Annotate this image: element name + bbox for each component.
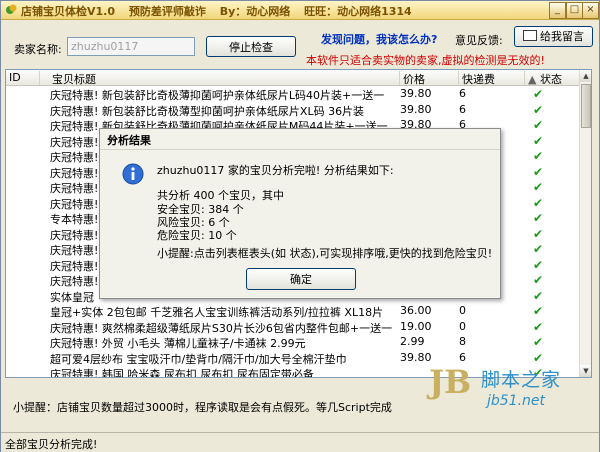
checkmark-icon: ✔ bbox=[533, 335, 544, 349]
seller-name-input[interactable] bbox=[67, 37, 195, 56]
checkmark-icon: ✔ bbox=[533, 211, 544, 225]
column-header-price[interactable]: 价格 bbox=[400, 71, 459, 86]
checkmark-icon: ✔ bbox=[533, 118, 544, 132]
message-icon bbox=[523, 30, 537, 41]
app-window: 店铺宝贝体检V1.0 预防差评师敲诈 By：动心网络 旺旺：动心网络1314 _… bbox=[0, 0, 600, 452]
checkmark-icon: ✔ bbox=[533, 288, 544, 303]
table-row[interactable]: 15皇冠+实体 2包包邮 千芝雅名人宝宝训练裤活动系列/拉拉裤 XL18片36.… bbox=[6, 303, 579, 319]
checkmark-icon: ✔ bbox=[533, 195, 544, 210]
scroll-thumb[interactable] bbox=[581, 84, 591, 128]
title-part-slogan: 预防差评师敲诈 bbox=[128, 5, 206, 18]
title-part-wangwang: 旺旺：动心网络1314 bbox=[304, 5, 412, 18]
checkmark-icon: ✔ bbox=[533, 102, 544, 117]
row-status: ✔ bbox=[533, 289, 553, 303]
dialog-close-icon[interactable]: ✕ bbox=[107, 132, 117, 146]
dialog-line-summary: zhuzhu0117 家的宝贝分析完啦! 分析结果如下: bbox=[157, 164, 394, 177]
feedback-label: 意见反馈: bbox=[455, 34, 503, 47]
row-fee: 8 bbox=[459, 335, 466, 348]
row-status: ✔ bbox=[533, 196, 553, 210]
row-status: ✔ bbox=[533, 165, 553, 179]
help-link[interactable]: 发现问题，我该怎么办? bbox=[321, 31, 437, 47]
watermark-logo: JB bbox=[429, 363, 472, 401]
row-status: ✔ bbox=[533, 304, 553, 318]
analysis-result-dialog: 分析结果 ✕ zhuzhu0117 家的宝贝分析完啦! 分析结果如下: 共分析 … bbox=[99, 128, 501, 299]
column-header-fee[interactable]: 快递费 bbox=[459, 71, 525, 86]
checkmark-icon: ✔ bbox=[533, 149, 544, 163]
close-window-button[interactable]: × bbox=[582, 2, 599, 19]
row-fee: 0 bbox=[459, 319, 466, 333]
checkmark-icon: ✔ bbox=[533, 226, 544, 241]
table-row[interactable]: 17庆冠特惠! 外贸 小毛头 薄棉儿童袜子/卡通袜 2.99元2.998✔ bbox=[6, 334, 579, 350]
sort-arrow-icon: ▲ bbox=[528, 73, 540, 86]
checkmark-icon: ✔ bbox=[533, 164, 544, 179]
watermark-url: jb51.net bbox=[487, 393, 546, 409]
maximize-icon: □ bbox=[569, 4, 580, 15]
stop-check-button[interactable]: 停止检查 bbox=[206, 36, 296, 57]
column-header-id[interactable]: ID bbox=[6, 71, 40, 85]
watermark-text: 脚本之家 bbox=[481, 369, 562, 391]
seller-name-label: 卖家名称: bbox=[14, 43, 62, 56]
checkmark-icon: ✔ bbox=[533, 304, 544, 318]
row-status: ✔ bbox=[533, 273, 553, 287]
scroll-up-icon[interactable]: ▲ bbox=[580, 70, 591, 82]
row-title: 庆冠特惠! 韩国 哈米森 尿布扣 尿布扣 尿布固定带必备 bbox=[50, 368, 314, 378]
row-status: ✔ bbox=[533, 87, 553, 101]
checkmark-icon: ✔ bbox=[533, 242, 544, 256]
column-header-title[interactable]: 宝贝标题 bbox=[40, 71, 400, 86]
row-status: ✔ bbox=[533, 134, 553, 148]
ok-button[interactable]: 确定 bbox=[246, 268, 356, 290]
row-status: ✔ bbox=[533, 103, 553, 117]
row-fee: 6 bbox=[459, 87, 466, 100]
row-price: 39.80 bbox=[400, 102, 432, 116]
minimize-icon: _ bbox=[555, 4, 560, 15]
row-fee: 6 bbox=[459, 102, 466, 116]
row-status: ✔ bbox=[533, 227, 553, 241]
row-status: ✔ bbox=[533, 211, 553, 225]
row-price: 2.99 bbox=[400, 335, 425, 348]
close-icon: × bbox=[586, 4, 595, 15]
status-bar: 全部宝贝分析完成! bbox=[1, 432, 599, 452]
checkmark-icon: ✔ bbox=[533, 87, 544, 101]
column-header-status[interactable]: ▲ 状态 bbox=[525, 71, 579, 86]
dialog-line-tip: 小提醒:点击列表框表头(如 状态),可实现排序哦,更快的找到危险宝贝! bbox=[157, 247, 493, 260]
table-row[interactable]: 1庆冠特惠! 新包装舒比奇极薄抑菌呵护亲体纸尿片L码40片装+一送一39.806… bbox=[6, 86, 579, 102]
row-status: ✔ bbox=[533, 258, 553, 272]
row-price: 36.00 bbox=[400, 304, 432, 317]
row-fee: 0 bbox=[459, 304, 466, 317]
watermark: JB 脚本之家 jb51.net bbox=[427, 361, 597, 417]
row-price: 19.00 bbox=[400, 319, 432, 333]
window-title: 店铺宝贝体检V1.0 预防差评师敲诈 By：动心网络 旺旺：动心网络1314 bbox=[21, 3, 422, 19]
list-header: ID 宝贝标题 价格 快递费 ▲ 状态 bbox=[6, 70, 579, 86]
status-text: 全部宝贝分析完成! bbox=[5, 438, 98, 451]
checkmark-icon: ✔ bbox=[533, 257, 544, 272]
checkmark-icon: ✔ bbox=[533, 133, 544, 148]
title-bar[interactable]: 店铺宝贝体检V1.0 预防差评师敲诈 By：动心网络 旺旺：动心网络1314 _… bbox=[1, 1, 599, 20]
leave-message-button[interactable]: 给我留言 bbox=[514, 26, 593, 47]
info-icon bbox=[122, 163, 144, 185]
row-status: ✔ bbox=[533, 242, 553, 256]
row-status: ✔ bbox=[533, 320, 553, 334]
notice-text: 本软件只适合卖实物的卖家,虚拟的检测是无效的! bbox=[306, 54, 545, 67]
leave-message-label: 给我留言 bbox=[540, 30, 584, 43]
dialog-line-danger: 危险宝贝: 10 个 bbox=[157, 229, 237, 242]
table-row[interactable]: 2庆冠特惠! 新包装舒比奇极薄型抑菌呵护亲体纸尿片XL码 36片装39.806✔ bbox=[6, 102, 579, 118]
table-row[interactable]: 16庆冠特惠! 爽然棉柔超级薄纸尿片S30片长沙6包省内整件包邮+一送一19.0… bbox=[6, 319, 579, 335]
checkmark-icon: ✔ bbox=[533, 273, 544, 287]
row-status: ✔ bbox=[533, 335, 553, 349]
dialog-title-bar[interactable]: 分析结果 ✕ bbox=[100, 129, 500, 150]
row-status: ✔ bbox=[533, 118, 553, 132]
row-price: 39.80 bbox=[400, 87, 432, 100]
maximize-button[interactable]: □ bbox=[566, 2, 583, 19]
reminder-text: 小提醒：店铺宝贝数量超过3000时，程序读取是会有点假死。等几Script完成 bbox=[13, 401, 392, 414]
minimize-button[interactable]: _ bbox=[549, 2, 566, 19]
checkmark-icon: ✔ bbox=[533, 319, 544, 334]
app-logo-icon bbox=[6, 4, 17, 14]
row-status: ✔ bbox=[533, 149, 553, 163]
title-part-app: 店铺宝贝体检V1.0 bbox=[21, 5, 115, 18]
checkmark-icon: ✔ bbox=[533, 180, 544, 194]
title-part-author: By：动心网络 bbox=[219, 5, 291, 18]
column-header-status-label: 状态 bbox=[539, 73, 562, 86]
list-scrollbar[interactable]: ▲ ▼ bbox=[579, 70, 591, 377]
row-status: ✔ bbox=[533, 180, 553, 194]
